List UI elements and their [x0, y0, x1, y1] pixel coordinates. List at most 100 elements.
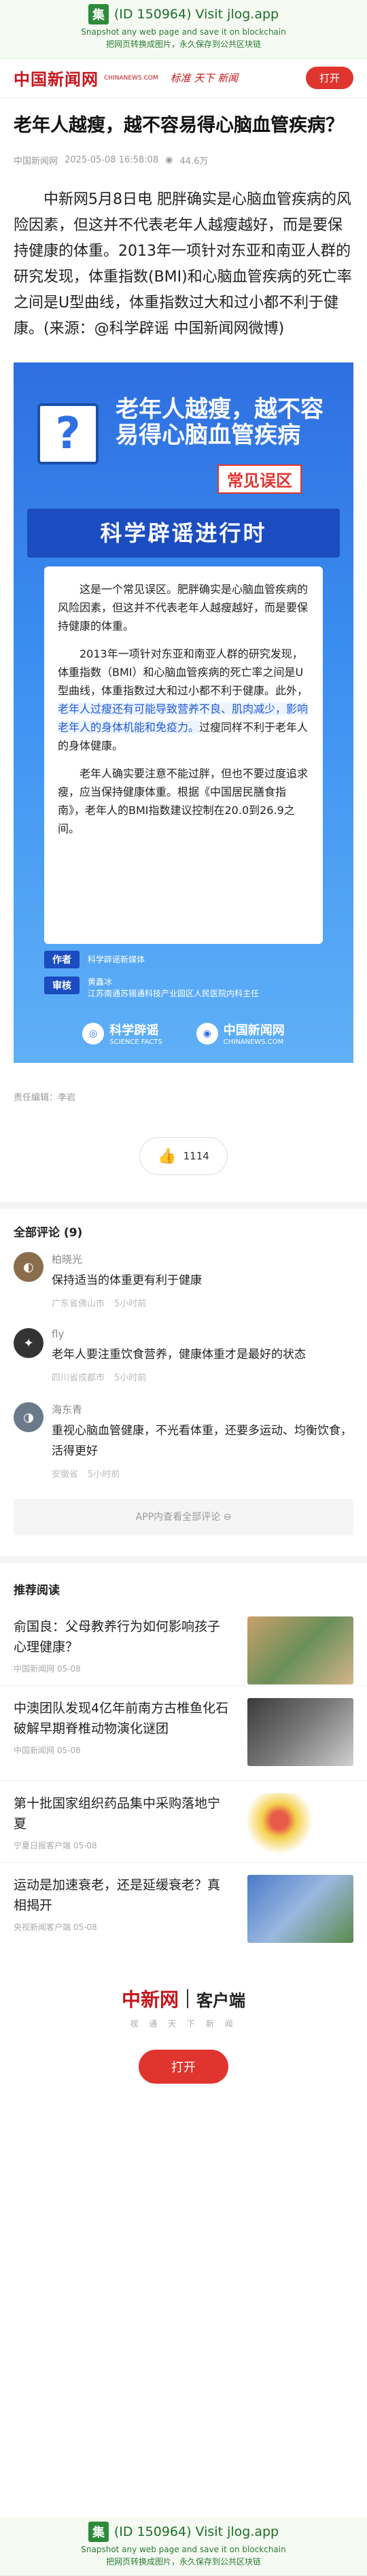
- comment-time: 5小时前: [88, 1470, 120, 1480]
- open-app-button[interactable]: 打开: [305, 67, 353, 89]
- section-divider: [0, 1556, 367, 1563]
- science-facts-logo: ◎ 科学辟谣 SCIENCE FACTS: [82, 1021, 162, 1046]
- footer-divider: [187, 1989, 188, 2008]
- comments-title: 全部评论 (9): [14, 1226, 83, 1240]
- comment-time: 5小时前: [114, 1373, 147, 1383]
- credit-reviewer: 审核 黄鑫冰 江苏南通苏锡通科技产业园区人民医院内科主任: [44, 977, 323, 1000]
- logo2-text: 中国新闻网: [223, 1023, 285, 1038]
- recommended-thumbnail: [247, 1793, 353, 1861]
- comment-author: fly: [52, 1328, 65, 1340]
- eye-icon: ◉: [165, 155, 173, 165]
- brand[interactable]: 中国新闻网 CHINANEWS.COM 标准 天下 新闻: [14, 66, 238, 90]
- jlog-line3: 把网页转换成图片，永久保存到公共区块链: [105, 39, 261, 49]
- jlog-line2: Snapshot any web page and save it on blo…: [81, 2545, 286, 2554]
- logo1-sub: SCIENCE FACTS: [109, 1038, 162, 1046]
- author-label: 作者: [44, 951, 80, 968]
- infographic: ? 老年人越瘦，越不容易得心脑血管疾病 常见误区 科学辟谣进行时 这是一个常见误…: [14, 362, 353, 1063]
- jlog-id-text: (ID 150964) Visit jlog.app: [113, 7, 279, 22]
- comment-text: 老年人要注重饮食营养，健康体重才是最好的状态: [52, 1348, 306, 1361]
- avatar: ◑: [14, 1402, 43, 1432]
- recommended-thumbnail: [247, 1875, 353, 1943]
- credit-author: 作者 科学辟谣新媒体: [44, 951, 323, 968]
- recommended-item[interactable]: 运动是加速衰老，还是延缓衰老？真相揭开 央视新闻客户端 05-08: [0, 1863, 367, 1944]
- card-paragraph-1: 这是一个常见误区。肥胖确实是心脑血管疾病的风险因素，但这并不代表老年人越瘦越好，…: [58, 583, 309, 632]
- footer-logo: 中新网 客户端: [0, 1985, 367, 2012]
- comment-text: 重视心脑血管健康，不光看体重，还要多运动、均衡饮食，活得更好: [52, 1424, 352, 1458]
- recommended-item[interactable]: 第十批国家组织药品集中采购落地宁夏 宁夏日报客户端 05-08: [0, 1781, 367, 1863]
- brand-logo: 中国新闻网: [14, 69, 99, 89]
- recommended-source: 中国新闻网 05-08: [14, 1746, 81, 1755]
- logo2-sub: CHINANEWS.COM: [223, 1038, 284, 1046]
- brand-slogan: 标准 天下 新闻: [170, 72, 239, 84]
- avatar: ✦: [14, 1328, 43, 1358]
- comment-author: 柏晓光: [52, 1253, 83, 1266]
- footer-open-button[interactable]: 打开: [139, 2050, 228, 2084]
- science-facts-icon: ◎: [82, 1022, 105, 1045]
- card-paragraph-3: 老年人确实要注意不能过胖，但也不要过度追求瘦，应当保持健康体重。根据《中国居民膳…: [58, 767, 309, 835]
- article-lead: 中新网5月8日电 肥胖确实是心脑血管疾病的风险因素，但这并不代表老年人越瘦越好，…: [14, 191, 352, 337]
- article-source: 中国新闻网: [14, 156, 58, 167]
- myth-tag: 常见误区: [217, 464, 302, 494]
- article: 老年人越瘦，越不容易得心脑血管疾病？ 中国新闻网 2025-05-08 16:5…: [0, 112, 367, 1175]
- editor-credit: 责任编辑：李岩: [14, 1093, 76, 1103]
- article-views: 44.6万: [179, 156, 209, 167]
- card-paragraph-2: 2013年一项针对东亚和南亚人群的研究发现，体重指数（BMI）和心脑血管疾病的死…: [58, 645, 309, 755]
- jlog-line2: Snapshot any web page and save it on blo…: [81, 27, 286, 37]
- recommended-headline: 俞国良：父母教养行为如何影响孩子心理健康？: [14, 1619, 221, 1655]
- recommended-thumbnail: [247, 1616, 353, 1684]
- section-divider: [0, 1202, 367, 1209]
- jlog-id-text: (ID 150964) Visit jlog.app: [113, 2524, 279, 2539]
- reviewer-value: 黄鑫冰 江苏南通苏锡通科技产业园区人民医院内科主任: [88, 977, 260, 998]
- jlog-line3: 把网页转换成图片，永久保存到公共区块链: [105, 2557, 261, 2566]
- recommended-source: 央视新闻客户端 05-08: [14, 1922, 97, 1932]
- recommended-headline: 中澳团队发现4亿年前南方古椎鱼化石 破解早期脊椎动物演化谜团: [14, 1701, 229, 1736]
- infographic-header: ? 老年人越瘦，越不容易得心脑血管疾病 常见误区: [27, 376, 340, 505]
- jlog-logo-icon: 集: [88, 4, 109, 24]
- recommended-item[interactable]: 俞国良：父母教养行为如何影响孩子心理健康？ 中国新闻网 05-08: [0, 1604, 367, 1686]
- article-meta: 中国新闻网 2025-05-08 16:58:08 ◉ 44.6万: [14, 154, 353, 167]
- infographic-logos: ◎ 科学辟谣 SCIENCE FACTS ◉ 中国新闻网 CHINANEWS.COM: [14, 1021, 353, 1046]
- comment-location: 四川省成都市: [52, 1373, 105, 1383]
- recommended-title: 推荐阅读: [14, 1584, 60, 1597]
- comment-time: 5小时前: [114, 1299, 147, 1309]
- like-count: 1114: [183, 1150, 209, 1162]
- comment-item: ◐ 柏晓光 保持适当的体重更有利于健康 广东省佛山市 5小时前: [0, 1240, 367, 1309]
- footer-client: 客户端: [196, 1990, 245, 2010]
- infographic-headline: 老年人越瘦，越不容易得心脑血管疾病: [116, 396, 324, 449]
- comment-text: 保持适当的体重更有利于健康: [52, 1274, 202, 1287]
- comment-location: 安徽省: [52, 1470, 79, 1480]
- comment-item: ✦ fly 老年人要注重饮食营养，健康体重才是最好的状态 四川省成都市 5小时前: [0, 1309, 367, 1383]
- thumbs-up-icon: 👍: [158, 1147, 177, 1165]
- article-title: 老年人越瘦，越不容易得心脑血管疾病？: [14, 115, 344, 136]
- jlog-logo-icon: 集: [88, 2522, 109, 2542]
- brand-sub: CHINANEWS.COM: [104, 74, 158, 82]
- recommended-source: 中国新闻网 05-08: [14, 1664, 81, 1674]
- comment-location: 广东省佛山市: [52, 1299, 105, 1309]
- recommended-item[interactable]: 中澳团队发现4亿年前南方古椎鱼化石 破解早期脊椎动物演化谜团 中国新闻网 05-…: [0, 1686, 367, 1781]
- jlog-banner-bottom[interactable]: 集 (ID 150964) Visit jlog.app Snapshot an…: [0, 2518, 367, 2576]
- infographic-card: 这是一个常见误区。肥胖确实是心脑血管疾病的风险因素，但这并不代表老年人越瘦越好，…: [44, 566, 323, 944]
- infographic-ribbon: 科学辟谣进行时: [27, 509, 340, 558]
- avatar: ◐: [14, 1252, 43, 1282]
- card-paragraph-2-a: 2013年一项针对东亚和南亚人群的研究发现，体重指数（BMI）和心脑血管疾病的死…: [58, 647, 309, 697]
- footer-slogan: 视 通 天 下 新 闻: [130, 2019, 237, 2029]
- comments-section: 全部评论 (9) ◐ 柏晓光 保持适当的体重更有利于健康 广东省佛山市 5小时前 …: [0, 1209, 367, 1536]
- chinanews-logo: ◉ 中国新闻网 CHINANEWS.COM: [196, 1021, 285, 1046]
- author-value: 科学辟谣新媒体: [88, 955, 145, 964]
- view-all-comments-button[interactable]: APP内查看全部评论 ⊖: [14, 1499, 353, 1536]
- recommended-thumbnail: [247, 1698, 353, 1766]
- footer-brand: 中新网: [121, 1988, 179, 2011]
- footer-promo: 中新网 客户端 视 通 天 下 新 闻 打开: [0, 1944, 367, 2084]
- recommended-section: 推荐阅读 俞国良：父母教养行为如何影响孩子心理健康？ 中国新闻网 05-08 中…: [0, 1563, 367, 1944]
- site-header: 中国新闻网 CHINANEWS.COM 标准 天下 新闻 打开: [0, 58, 367, 98]
- recommended-source: 宁夏日报客户端 05-08: [14, 1841, 97, 1850]
- question-mark-icon: ?: [37, 403, 99, 464]
- recommended-headline: 运动是加速衰老，还是延缓衰老？真相揭开: [14, 1878, 221, 1913]
- comment-item: ◑ 海东青 重视心脑血管健康，不光看体重，还要多运动、均衡饮食，活得更好 安徽省…: [0, 1383, 367, 1480]
- infographic-credits: 作者 科学辟谣新媒体 审核 黄鑫冰 江苏南通苏锡通科技产业园区人民医院内科主任: [44, 951, 323, 1008]
- jlog-banner[interactable]: 集 (ID 150964) Visit jlog.app Snapshot an…: [0, 0, 367, 58]
- reviewer-label: 审核: [44, 977, 80, 994]
- like-button[interactable]: 👍 1114: [139, 1137, 228, 1175]
- chinanews-icon: ◉: [196, 1022, 218, 1045]
- comment-author: 海东青: [52, 1404, 83, 1416]
